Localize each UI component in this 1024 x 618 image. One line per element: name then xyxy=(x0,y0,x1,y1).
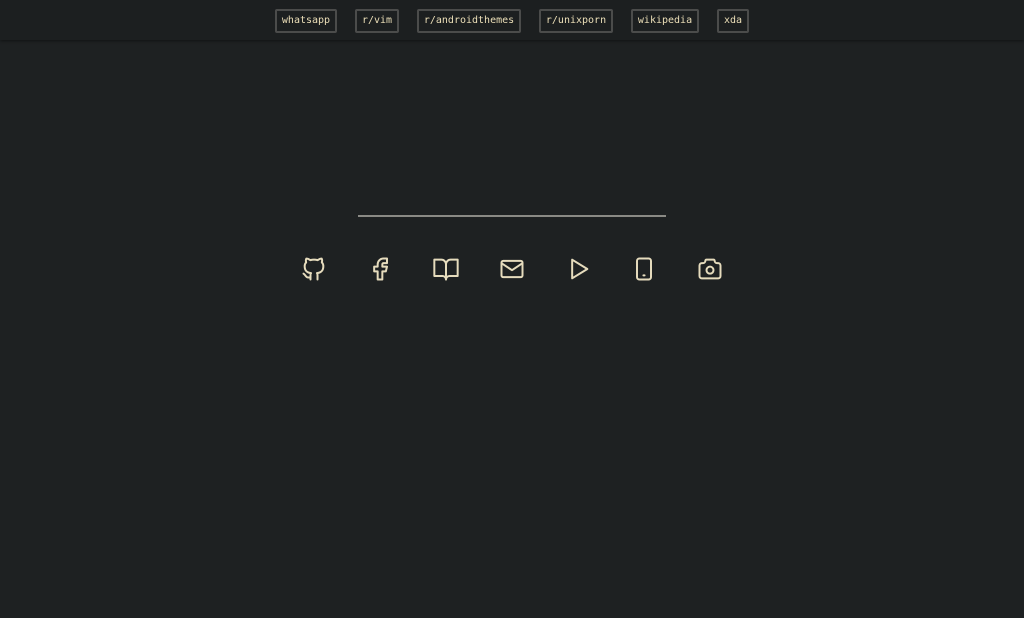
facebook-icon[interactable] xyxy=(366,255,394,283)
mail-icon[interactable] xyxy=(498,255,526,283)
link-whatsapp[interactable]: whatsapp xyxy=(275,9,337,33)
top-nav-bar: whatsapp r/vim r/androidthemes r/unixpor… xyxy=(0,0,1024,40)
play-icon[interactable] xyxy=(564,255,592,283)
link-r-vim[interactable]: r/vim xyxy=(355,9,399,33)
link-r-unixporn[interactable]: r/unixporn xyxy=(539,9,613,33)
link-wikipedia[interactable]: wikipedia xyxy=(631,9,699,33)
link-r-androidthemes[interactable]: r/androidthemes xyxy=(417,9,521,33)
book-icon[interactable] xyxy=(432,255,460,283)
link-xda[interactable]: xda xyxy=(717,9,749,33)
github-icon[interactable] xyxy=(300,255,328,283)
phone-icon[interactable] xyxy=(630,255,658,283)
divider-line xyxy=(358,215,666,217)
camera-icon[interactable] xyxy=(696,255,724,283)
